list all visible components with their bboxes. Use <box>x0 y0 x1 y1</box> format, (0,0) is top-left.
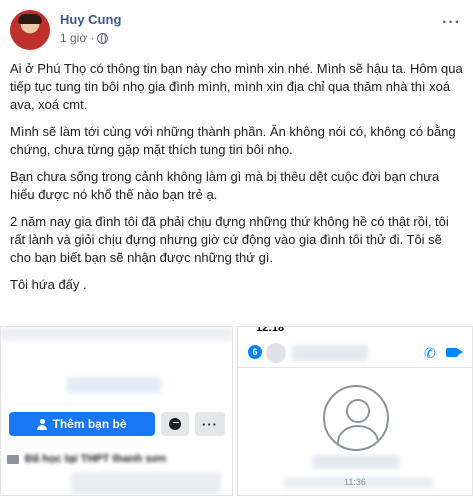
blurred-contact-name <box>292 345 368 361</box>
contact-avatar <box>266 343 286 363</box>
post-header: Huy Cung 1 giờ · ··· <box>10 8 463 52</box>
blurred-details <box>71 472 221 494</box>
attached-photo-messenger[interactable]: 12:18 6 ✆ 11:36 <box>237 326 473 496</box>
education-icon <box>7 454 19 464</box>
messenger-icon <box>169 418 181 430</box>
author-name[interactable]: Huy Cung <box>60 12 121 27</box>
blurred-profile-name <box>67 377 161 393</box>
messenger-button[interactable] <box>161 412 189 436</box>
post-meta: 1 giờ · <box>60 31 109 45</box>
post-time[interactable]: 1 giờ <box>60 31 87 45</box>
globe-icon <box>97 32 109 44</box>
phone-icon[interactable]: ✆ <box>424 345 436 362</box>
blurred-contact-title <box>312 455 400 469</box>
add-friend-label: Thêm bạn bè <box>52 417 127 431</box>
profile-info-row: Đã học tại THPT thanh sơn <box>7 452 229 466</box>
profile-options-button[interactable]: ··· <box>195 412 225 436</box>
post-paragraph: Tôi hứa đấy . <box>10 277 87 292</box>
profile-info-text: Đã học tại THPT thanh sơn <box>25 453 167 465</box>
attached-photo-profile[interactable]: Thêm bạn bè ··· Đã học tại THPT thanh sơ… <box>0 326 233 496</box>
add-friend-button[interactable]: Thêm bạn bè <box>9 412 155 436</box>
back-icon[interactable]: 6 <box>248 345 262 359</box>
more-options-icon[interactable]: ··· <box>442 14 461 32</box>
status-time: 12:18 <box>256 326 285 334</box>
meta-separator: · <box>90 31 95 45</box>
blurred-header <box>1 327 232 341</box>
message-time: 11:36 <box>344 477 366 487</box>
post-paragraph: 2 năm nay gia đình tôi đã phải chịu đựng… <box>10 214 449 265</box>
post-text: Ai ở Phú Thọ có thông tin bạn này cho mì… <box>10 60 465 303</box>
post-paragraph: Mình sẽ làm tới cùng với những thành phầ… <box>10 124 456 157</box>
add-friend-icon <box>37 419 48 430</box>
header-divider <box>238 367 472 368</box>
post-paragraph: Bạn chưa sống trong cảnh không làm gì mà… <box>10 169 440 202</box>
author-avatar[interactable] <box>10 10 50 50</box>
post-paragraph: Ai ở Phú Thọ có thông tin bạn này cho mì… <box>10 61 463 112</box>
video-call-icon[interactable] <box>446 348 463 357</box>
default-profile-icon <box>323 385 389 451</box>
